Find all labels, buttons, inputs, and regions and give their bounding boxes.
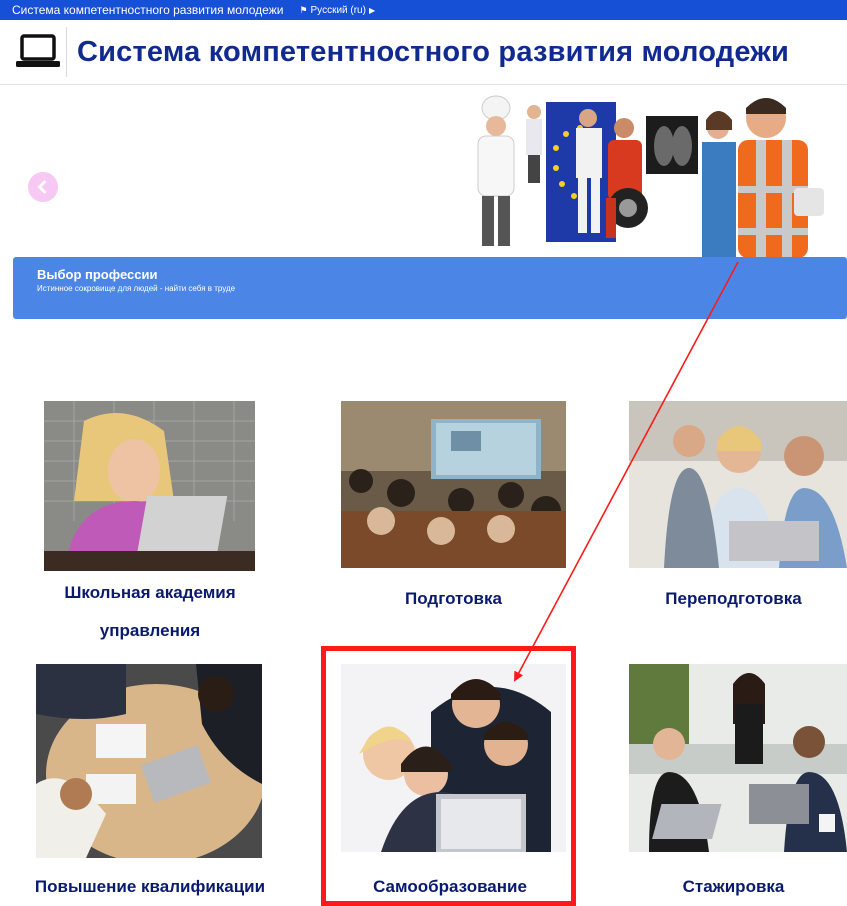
- card-title-line1: Школьная академия: [64, 583, 236, 602]
- site-header: Система компетентностного развития молод…: [0, 20, 847, 85]
- card-image-retraining[interactable]: [629, 401, 847, 568]
- card-image-internship[interactable]: [629, 664, 847, 852]
- language-label: Русский (ru): [310, 4, 366, 16]
- flag-icon: ⚑: [299, 4, 308, 15]
- hero-image: [456, 88, 847, 258]
- highlight-box: [321, 646, 576, 906]
- card-title-internship[interactable]: Стажировка: [620, 868, 847, 906]
- language-menu[interactable]: ⚑ Русский (ru) ▶: [299, 5, 375, 16]
- caret-right-icon: ▶: [368, 5, 376, 15]
- caption-title: Выбор профессии: [37, 267, 158, 282]
- laptop-icon: [14, 32, 62, 72]
- card-title-training[interactable]: Подготовка: [341, 580, 566, 618]
- card-image-training[interactable]: [341, 401, 566, 568]
- top-bar: Система компетентностного развития молод…: [0, 0, 847, 20]
- caption-subtitle: Истинное сокровище для людей - найти себ…: [37, 284, 236, 293]
- page-title[interactable]: Система компетентностного развития молод…: [77, 36, 789, 69]
- card-title-qualification[interactable]: Повышение квалификации: [0, 868, 300, 906]
- carousel-caption: Выбор профессии Истинное сокровище для л…: [13, 257, 847, 319]
- card-image-qualification[interactable]: [36, 664, 262, 858]
- card-title-school-academy[interactable]: Школьная академия управления: [10, 574, 290, 650]
- card-image-school-academy[interactable]: [44, 401, 255, 571]
- card-title-retraining[interactable]: Переподготовка: [620, 580, 847, 618]
- card-title-line2: управления: [99, 621, 201, 640]
- chevron-left-icon: [37, 179, 47, 195]
- header-divider: [66, 27, 67, 77]
- carousel-prev-button[interactable]: [28, 172, 58, 202]
- site-name-link[interactable]: Система компетентностного развития молод…: [12, 3, 283, 17]
